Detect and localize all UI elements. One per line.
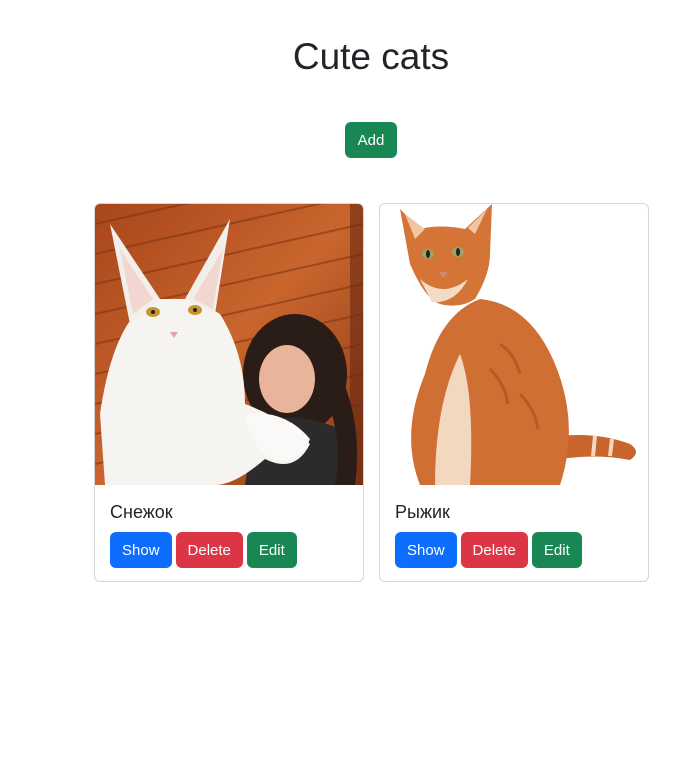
cat-name: Снежок [110, 502, 173, 522]
show-button[interactable]: Show [110, 532, 172, 568]
edit-button[interactable]: Edit [246, 532, 297, 568]
card-body: Снежок Show Delete Edit [110, 500, 348, 568]
page: Cute cats Add Снежок Show Delete Edit Ры… [0, 0, 692, 774]
cat-image [95, 204, 363, 485]
show-button[interactable]: Show [395, 532, 457, 568]
cat-card: Рыжик Show Delete Edit [379, 203, 649, 582]
card-actions: Show Delete Edit [395, 532, 633, 568]
cat-name: Рыжик [395, 502, 450, 522]
page-title: Cute cats [292, 36, 450, 77]
card-actions: Show Delete Edit [110, 532, 348, 568]
delete-button[interactable]: Delete [460, 532, 528, 568]
cat-image [380, 204, 648, 485]
add-button[interactable]: Add [345, 122, 397, 158]
edit-button[interactable]: Edit [531, 532, 582, 568]
card-body: Рыжик Show Delete Edit [395, 500, 633, 568]
cat-card: Снежок Show Delete Edit [94, 203, 364, 582]
delete-button[interactable]: Delete [175, 532, 243, 568]
